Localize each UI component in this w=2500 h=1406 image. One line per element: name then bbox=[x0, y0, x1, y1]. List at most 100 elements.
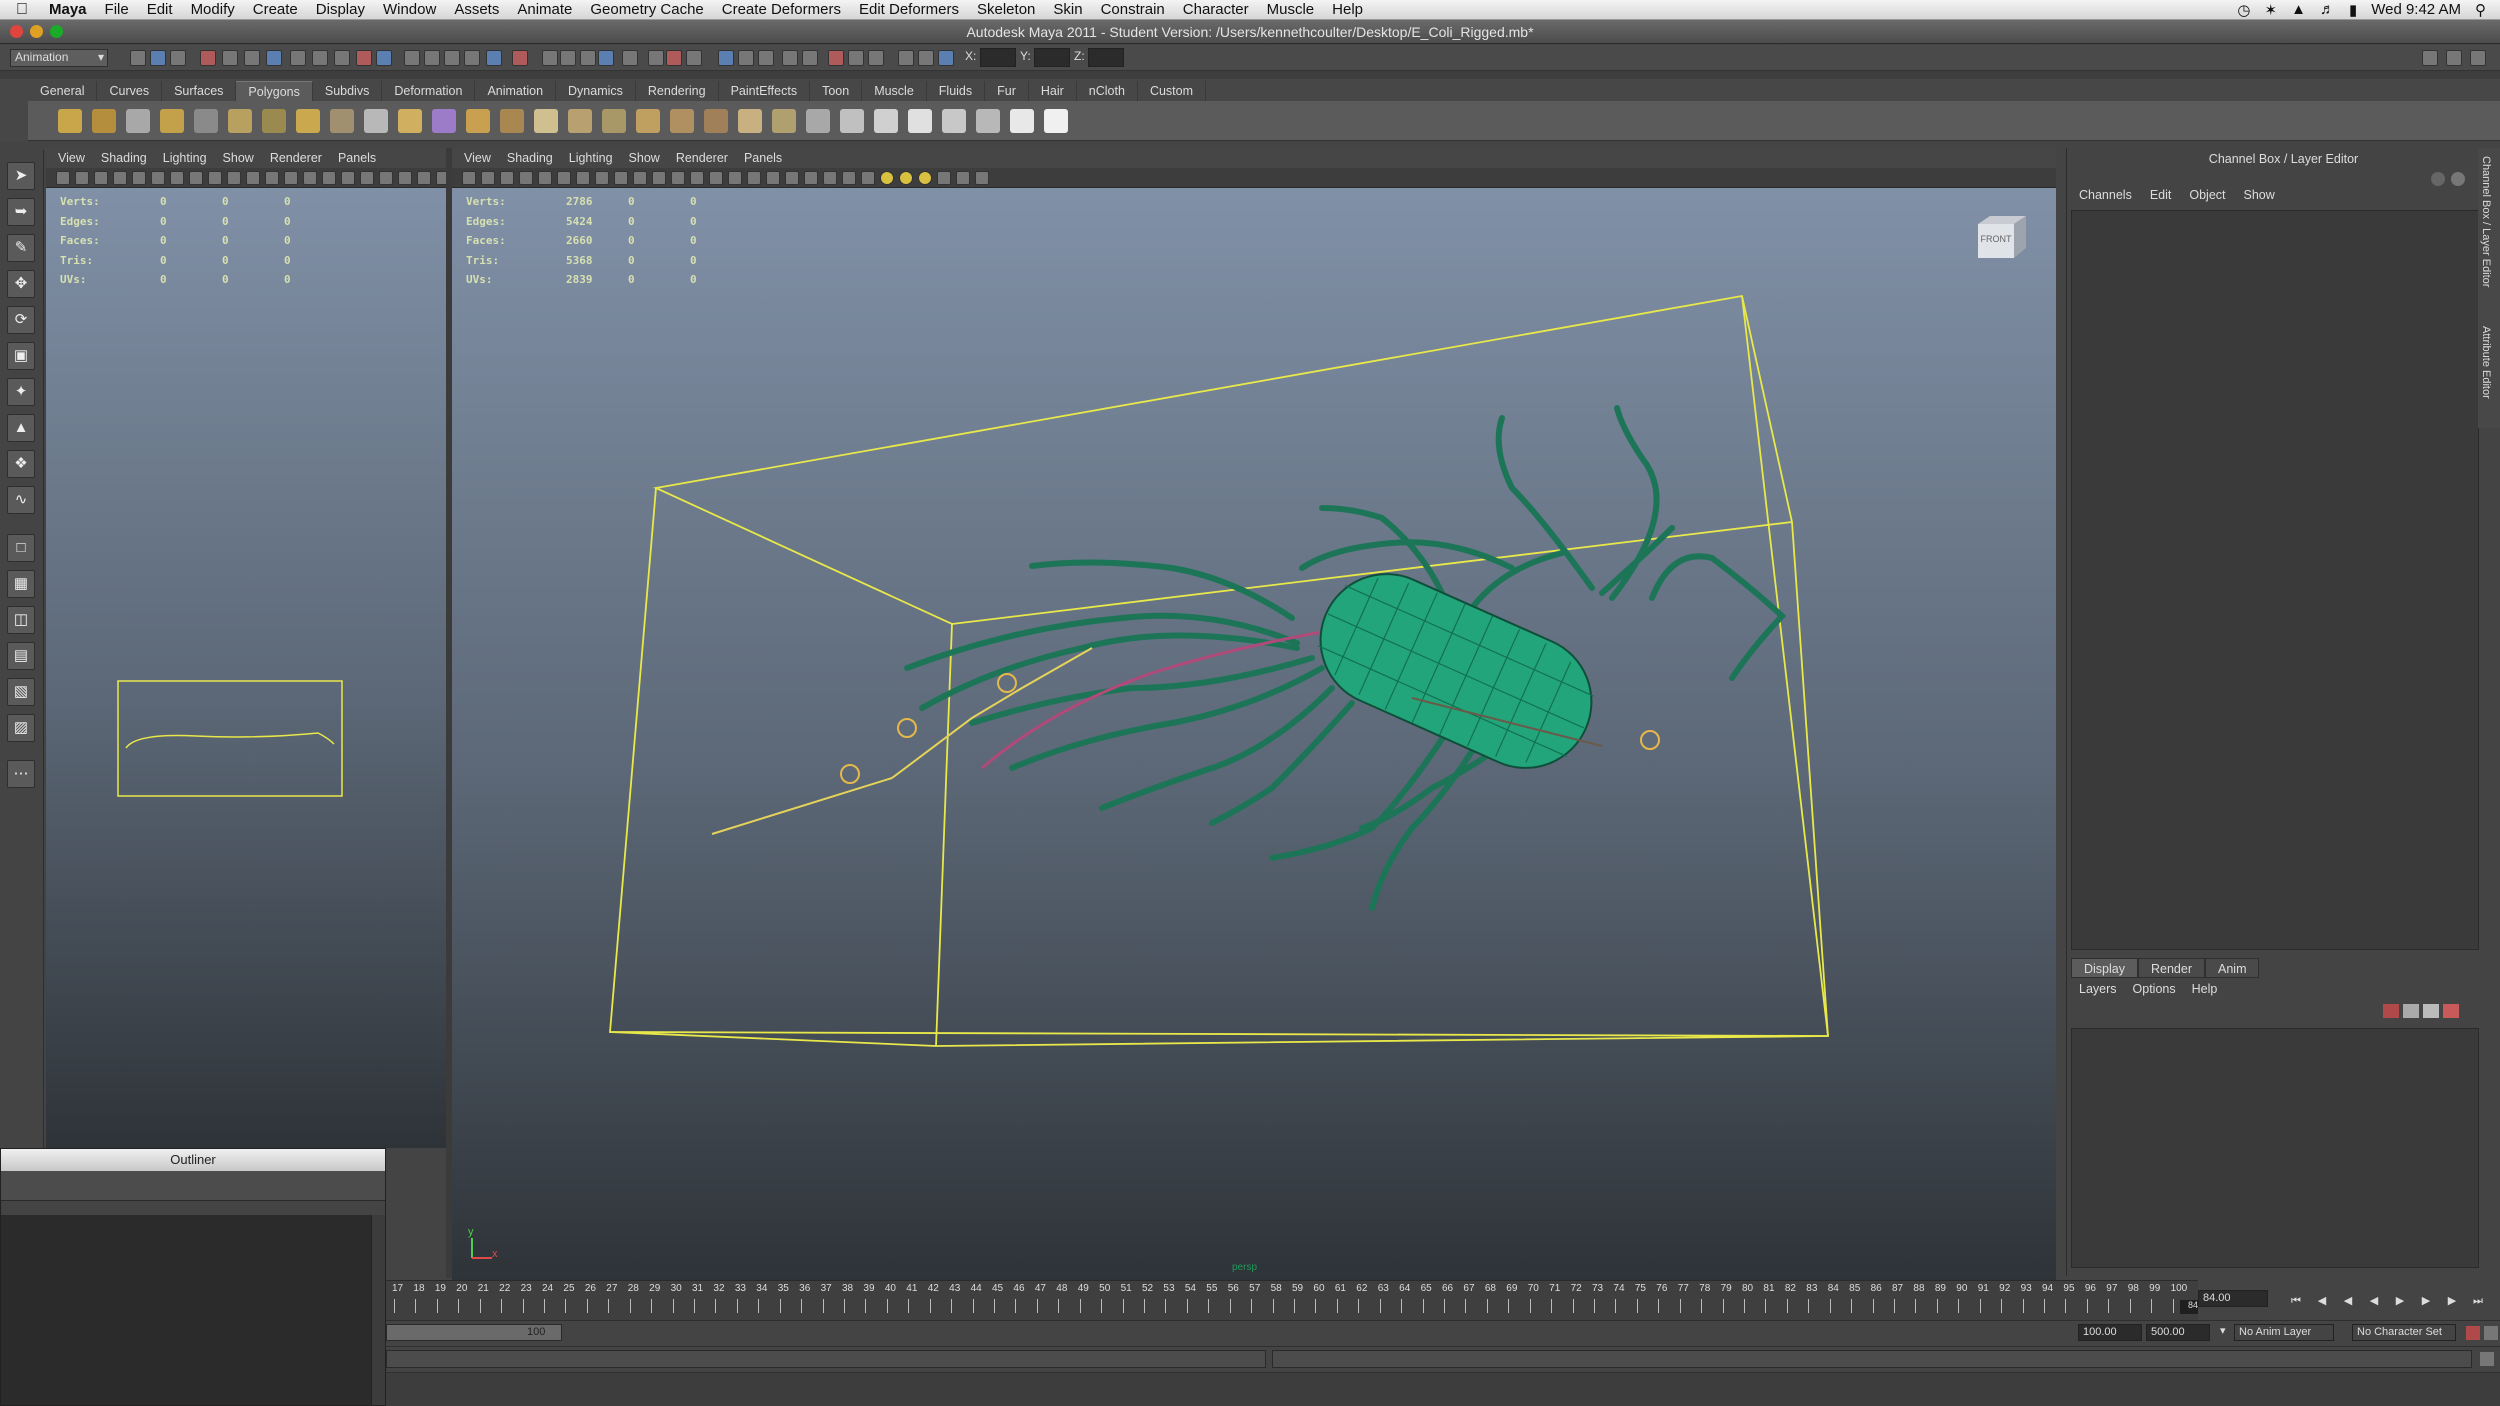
status-tool-icon[interactable] bbox=[150, 50, 166, 66]
paint-select-icon[interactable]: ✎ bbox=[7, 234, 35, 262]
zoom-icon[interactable] bbox=[50, 25, 63, 38]
apple-icon[interactable]:  bbox=[16, 1, 40, 19]
step-back-icon[interactable]: ◀ bbox=[2314, 1294, 2330, 1308]
time-machine-icon[interactable]: ◷ bbox=[2237, 1, 2250, 19]
shelf-tab-polygons[interactable]: Polygons bbox=[236, 81, 313, 101]
settings-icon[interactable] bbox=[2431, 172, 2445, 186]
play-back-icon[interactable]: ◀ bbox=[2366, 1294, 2382, 1308]
layout-persp-outliner-icon[interactable]: ▤ bbox=[7, 642, 35, 670]
status-tool-icon[interactable] bbox=[666, 50, 682, 66]
status-tool-icon[interactable] bbox=[266, 50, 282, 66]
character-set-select[interactable]: No Character Set bbox=[2352, 1324, 2456, 1341]
shelf-tool-icon[interactable] bbox=[92, 109, 116, 133]
anim-layer-select[interactable]: No Anim Layer bbox=[2234, 1324, 2334, 1341]
status-tool-icon[interactable] bbox=[938, 50, 954, 66]
status-tool-icon[interactable] bbox=[598, 50, 614, 66]
layout-graph-icon[interactable]: ▧ bbox=[7, 678, 35, 706]
status-tool-icon[interactable] bbox=[376, 50, 392, 66]
shelf-tab-subdivs[interactable]: Subdivs bbox=[313, 81, 383, 101]
shelf-tool-icon[interactable] bbox=[160, 109, 184, 133]
shelf-tab-surfaces[interactable]: Surfaces bbox=[162, 81, 237, 101]
menuset-select[interactable]: Animation ▾ bbox=[10, 49, 108, 67]
layer-list[interactable] bbox=[2071, 1028, 2479, 1268]
status-tool-icon[interactable] bbox=[334, 50, 350, 66]
shelf-tool-icon[interactable] bbox=[194, 109, 218, 133]
status-tool-icon[interactable] bbox=[868, 50, 884, 66]
bluetooth-icon[interactable]: ✶ bbox=[2265, 1, 2278, 19]
y-field[interactable] bbox=[1034, 48, 1070, 67]
goto-end-icon[interactable]: ⏭ bbox=[2470, 1294, 2486, 1308]
status-tool-icon[interactable] bbox=[648, 50, 664, 66]
shelf-tool-icon[interactable] bbox=[432, 109, 456, 133]
outliner-title[interactable]: Outliner bbox=[1, 1149, 385, 1171]
shelf-tab-ncloth[interactable]: nCloth bbox=[1077, 81, 1138, 101]
rotate-tool-icon[interactable]: ⟳ bbox=[7, 306, 35, 334]
shelf-tool-icon[interactable] bbox=[908, 109, 932, 133]
outliner-list[interactable] bbox=[1, 1215, 373, 1405]
side-tab-channel-box[interactable]: Channel Box / Layer Editor bbox=[2480, 156, 2492, 287]
menu-create[interactable]: Create bbox=[253, 1, 298, 18]
universal-manip-icon[interactable]: ✦ bbox=[7, 378, 35, 406]
shelf-tool-icon[interactable] bbox=[262, 109, 286, 133]
shelf-tool-icon[interactable] bbox=[568, 109, 592, 133]
menu-modify[interactable]: Modify bbox=[191, 1, 235, 18]
status-tool-icon[interactable] bbox=[848, 50, 864, 66]
shelf-tool-icon[interactable] bbox=[704, 109, 728, 133]
shelf-tab-general[interactable]: General bbox=[28, 81, 98, 101]
tab-anim[interactable]: Anim bbox=[2205, 958, 2260, 978]
layout-hypershade-icon[interactable]: ▨ bbox=[7, 714, 35, 742]
status-tool-icon[interactable] bbox=[560, 50, 576, 66]
status-tool-icon[interactable] bbox=[130, 50, 146, 66]
menu-show[interactable]: Show bbox=[2244, 188, 2275, 208]
layout-icon[interactable] bbox=[2422, 50, 2438, 66]
shelf-tool-icon[interactable] bbox=[942, 109, 966, 133]
layout-two-icon[interactable]: ◫ bbox=[7, 606, 35, 634]
shelf-tab-deformation[interactable]: Deformation bbox=[382, 81, 476, 101]
mel-input[interactable] bbox=[386, 1350, 1266, 1368]
status-tool-icon[interactable] bbox=[290, 50, 306, 66]
status-tool-icon[interactable] bbox=[200, 50, 216, 66]
status-tool-icon[interactable] bbox=[686, 50, 702, 66]
script-editor-icon[interactable] bbox=[2480, 1352, 2494, 1366]
menu-help[interactable]: Help bbox=[1332, 1, 1363, 18]
shelf-tool-icon[interactable] bbox=[840, 109, 864, 133]
shelf-tab-curves[interactable]: Curves bbox=[97, 81, 163, 101]
volume-icon[interactable]: ♬ bbox=[2320, 1, 2335, 18]
shelf-tab-animation[interactable]: Animation bbox=[475, 81, 557, 101]
shelf-tab-painteffects[interactable]: PaintEffects bbox=[719, 81, 811, 101]
layer-option-icon[interactable] bbox=[2423, 1004, 2439, 1018]
shelf-tab-rendering[interactable]: Rendering bbox=[636, 81, 719, 101]
menu-options[interactable]: Options bbox=[2133, 982, 2176, 996]
soft-mod-icon[interactable]: ▲ bbox=[7, 414, 35, 442]
shelf-tool-icon[interactable] bbox=[602, 109, 626, 133]
auto-key-icon[interactable] bbox=[2466, 1326, 2480, 1340]
status-tool-icon[interactable] bbox=[512, 50, 528, 66]
move-tool-icon[interactable]: ✥ bbox=[7, 270, 35, 298]
shelf-tab-fluids[interactable]: Fluids bbox=[927, 81, 986, 101]
menu-help[interactable]: Help bbox=[2192, 982, 2218, 996]
status-tool-icon[interactable] bbox=[898, 50, 914, 66]
status-tool-icon[interactable] bbox=[802, 50, 818, 66]
menu-muscle[interactable]: Muscle bbox=[1267, 1, 1315, 18]
shelf-tool-icon[interactable] bbox=[58, 109, 82, 133]
chevron-down-icon[interactable]: ▾ bbox=[2220, 1324, 2226, 1337]
status-tool-icon[interactable] bbox=[918, 50, 934, 66]
select-tool-icon[interactable]: ➤ bbox=[7, 162, 35, 190]
channel-box-area[interactable] bbox=[2071, 210, 2479, 950]
menu-skin[interactable]: Skin bbox=[1053, 1, 1082, 18]
shelf-tool-icon[interactable] bbox=[806, 109, 830, 133]
shelf-tool-icon[interactable] bbox=[228, 109, 252, 133]
shelf-tool-icon[interactable] bbox=[364, 109, 388, 133]
shelf-tool-icon[interactable] bbox=[772, 109, 796, 133]
goto-start-icon[interactable]: ⏮ bbox=[2288, 1294, 2304, 1308]
menu-assets[interactable]: Assets bbox=[454, 1, 499, 18]
menu-animate[interactable]: Animate bbox=[517, 1, 572, 18]
status-tool-icon[interactable] bbox=[424, 50, 440, 66]
shelf-tool-icon[interactable] bbox=[330, 109, 354, 133]
menu-app[interactable]: Maya bbox=[49, 1, 87, 18]
menu-edit[interactable]: Edit bbox=[2150, 188, 2172, 208]
x-field[interactable] bbox=[980, 48, 1016, 67]
battery-icon[interactable]: ▮ bbox=[2349, 1, 2357, 19]
shelf-tool-icon[interactable] bbox=[976, 109, 1000, 133]
range-slider-handle[interactable]: 100 bbox=[386, 1324, 562, 1341]
